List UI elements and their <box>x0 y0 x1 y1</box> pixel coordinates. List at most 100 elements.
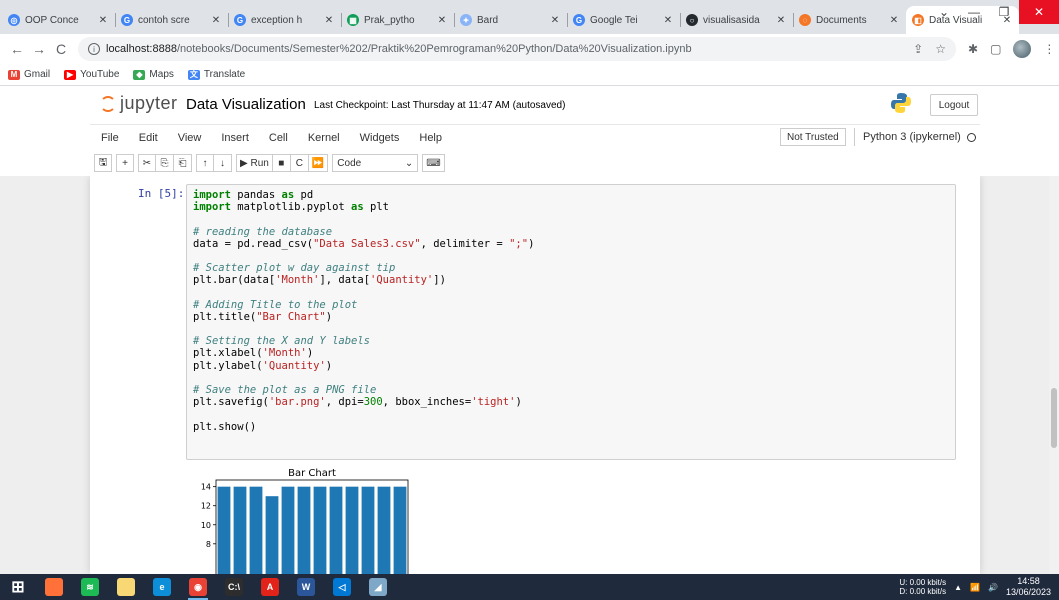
taskbar-app-button[interactable]: ≋ <box>72 574 108 600</box>
bookmark-item[interactable]: ▶ YouTube <box>64 69 119 80</box>
scrollbar-thumb[interactable] <box>1051 388 1057 448</box>
cut-icon[interactable]: ✂ <box>138 154 156 172</box>
tab-close-icon[interactable]: ✕ <box>323 15 335 26</box>
menu-items: File Edit View Insert Cell Kernel Widgets Help <box>90 132 451 144</box>
taskbar-app-button[interactable]: e <box>144 574 180 600</box>
net-up-label: U: <box>899 578 908 587</box>
chart-bar <box>361 486 375 574</box>
jupyter-logo-text: jupyter <box>120 93 178 113</box>
extensions-icon[interactable]: ✱ <box>968 42 978 56</box>
maximize-icon[interactable]: ❐ <box>989 0 1019 24</box>
taskbar-app-button[interactable]: A <box>252 574 288 600</box>
chart-bar <box>329 486 343 574</box>
url-host: localhost:8888 <box>106 43 177 55</box>
taskbar-app-button[interactable]: ⊞ <box>0 574 36 600</box>
jupyter-logo-icon <box>100 95 116 112</box>
menu-item[interactable]: Widgets <box>351 132 409 144</box>
tray-expand-icon[interactable]: ▲ <box>954 583 962 592</box>
browser-tab[interactable]: ◌ Documents ✕ <box>793 6 906 34</box>
taskbar-app-button[interactable]: W <box>288 574 324 600</box>
code-line: plt.savefig('bar.png', dpi=300, bbox_inc… <box>193 396 949 408</box>
tab-search-icon[interactable]: ⌄ <box>929 0 959 24</box>
tab-close-icon[interactable]: ✕ <box>436 15 448 26</box>
tab-close-icon[interactable]: ✕ <box>888 15 900 26</box>
taskbar-app-button[interactable]: ◉ <box>180 574 216 600</box>
browser-tab[interactable]: Gcontoh scre ✕ <box>115 6 228 34</box>
interrupt-icon[interactable]: ■ <box>272 154 291 172</box>
bookmark-icon: 文 <box>187 69 200 80</box>
tab-favicon-icon: G <box>573 14 585 26</box>
tab-close-icon[interactable]: ✕ <box>549 15 561 26</box>
menu-item[interactable]: Edit <box>130 132 167 144</box>
tab-close-icon[interactable]: ✕ <box>775 15 787 26</box>
wifi-icon[interactable]: 📶 <box>970 583 980 592</box>
browser-tab[interactable]: ▦ Prak_pytho ✕ <box>341 6 454 34</box>
bookmark-star-icon[interactable]: ☆ <box>935 42 946 56</box>
jupyter-logo[interactable]: jupyter <box>100 93 178 114</box>
menu-item[interactable]: View <box>169 132 211 144</box>
tab-favicon-icon: ◎ <box>8 14 20 26</box>
side-panel-icon[interactable]: ▢ <box>990 42 1001 56</box>
clock[interactable]: 14:58 13/06/2023 <box>1006 576 1051 598</box>
tab-close-icon[interactable]: ✕ <box>662 15 674 26</box>
restart-icon[interactable]: C <box>290 154 309 172</box>
site-info-icon[interactable]: i <box>88 43 100 55</box>
browser-tab[interactable]: ✦ Bard ✕ <box>454 6 567 34</box>
browser-tab[interactable]: G Google Tei ✕ <box>567 6 680 34</box>
save-icon[interactable]: 🖫 <box>94 154 112 172</box>
bookmark-icon: ▶ <box>64 69 77 80</box>
code-token: import <box>193 189 231 201</box>
not-trusted-button[interactable]: Not Trusted <box>780 128 846 146</box>
tab-close-icon[interactable]: ✕ <box>210 15 222 26</box>
forward-icon[interactable]: → <box>28 41 50 57</box>
close-window-icon[interactable]: ✕ <box>1019 0 1059 24</box>
move-down-icon[interactable]: ↓ <box>214 154 232 172</box>
code-cell-editor[interactable]: import pandas as pd import matplotlib.pyp… <box>186 184 956 460</box>
chrome-menu-icon[interactable]: ⋮ <box>1043 42 1055 56</box>
menu-item[interactable]: Cell <box>260 132 297 144</box>
bookmark-item[interactable]: ◆ Maps <box>133 69 174 80</box>
browser-tab[interactable]: ○ visualisasida ✕ <box>680 6 793 34</box>
code-token: as <box>351 201 364 214</box>
insert-cell-icon[interactable]: + <box>116 154 134 172</box>
command-palette-icon[interactable]: ⌨ <box>422 154 445 172</box>
taskbar-app-button[interactable] <box>108 574 144 600</box>
kernel-indicator[interactable]: Python 3 (ipykernel) <box>854 128 976 146</box>
taskbar-app-button[interactable] <box>36 574 72 600</box>
code-token: # Adding Title to the plot <box>193 298 358 311</box>
browser-tab[interactable]: Gexception h ✕ <box>228 6 341 34</box>
bookmark-label: Maps <box>149 69 174 80</box>
bookmark-item[interactable]: M Gmail <box>8 69 50 80</box>
tab-close-icon[interactable]: ✕ <box>97 15 109 26</box>
clock-time: 14:58 <box>1017 576 1040 586</box>
page-scrollbar[interactable] <box>1049 176 1059 574</box>
restart-run-all-icon[interactable]: ⏩ <box>308 154 329 172</box>
move-up-icon[interactable]: ↑ <box>196 154 214 172</box>
minimize-icon[interactable]: — <box>959 0 989 24</box>
back-icon[interactable]: ← <box>6 41 28 57</box>
reload-icon[interactable]: C <box>50 41 72 57</box>
menu-item[interactable]: Insert <box>212 132 258 144</box>
bookmark-item[interactable]: 文 Translate <box>187 69 246 80</box>
logout-button[interactable]: Logout <box>930 94 978 116</box>
browser-tab[interactable]: ◎ OOP Conce ✕ <box>2 6 115 34</box>
notebook-name[interactable]: Data Visualization <box>186 96 306 113</box>
code-token: , bbox_inches= <box>382 396 472 409</box>
taskbar-app-button[interactable]: ◁ <box>324 574 360 600</box>
run-button[interactable]: ▶ Run <box>236 154 273 172</box>
bookmark-label: Translate <box>203 69 246 80</box>
profile-avatar[interactable] <box>1013 40 1032 58</box>
copy-icon[interactable]: ⎘ <box>156 154 174 172</box>
url-input[interactable]: i localhost:8888/notebooks/Documents/Sem… <box>78 37 956 61</box>
paste-icon[interactable]: ⎗ <box>174 154 192 172</box>
menu-item[interactable]: Kernel <box>299 132 349 144</box>
menu-item[interactable]: File <box>92 132 128 144</box>
taskbar-app-button[interactable]: C:\ <box>216 574 252 600</box>
taskbar-app-button[interactable]: ◢ <box>360 574 396 600</box>
volume-icon[interactable]: 🔊 <box>988 583 998 592</box>
menu-item[interactable]: Help <box>410 132 451 144</box>
system-tray: U: 0.00 kbit/s D: 0.00 kbit/s ▲ 📶 🔊 14:5… <box>899 576 1059 598</box>
code-line: # Setting the X and Y labels <box>193 335 949 347</box>
share-icon[interactable]: ⇪ <box>913 42 923 56</box>
cell-type-select[interactable]: Code ⌄ <box>332 154 419 172</box>
